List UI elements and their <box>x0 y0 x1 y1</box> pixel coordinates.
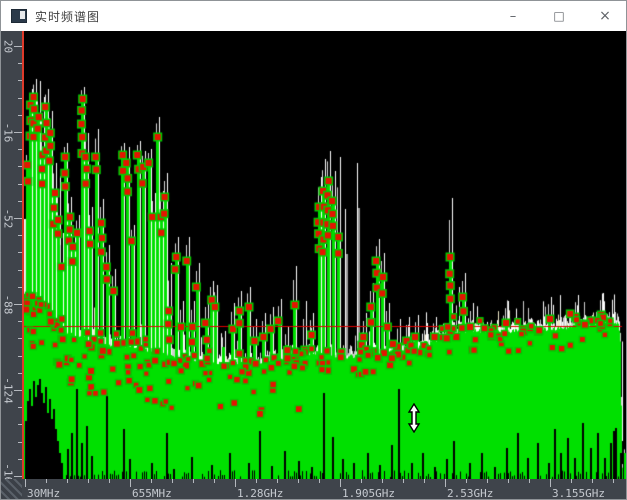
x-tick <box>340 479 341 487</box>
x-tick-label: 655MHz <box>132 487 172 500</box>
x-tick <box>256 479 257 483</box>
x-tick <box>361 479 362 483</box>
close-button[interactable]: × <box>582 1 627 31</box>
title-bar[interactable]: 实时频谱图 – □ × <box>1 1 627 31</box>
y-tick-label: -88 <box>2 285 15 325</box>
x-tick <box>550 479 551 487</box>
x-tick <box>109 479 110 483</box>
x-tick <box>25 479 26 487</box>
y-tick-label: -16 <box>2 113 15 153</box>
maximize-button[interactable]: □ <box>536 1 582 31</box>
x-tick <box>529 479 530 483</box>
y-tick <box>14 304 22 305</box>
x-tick <box>487 479 488 483</box>
app-icon <box>11 9 27 23</box>
x-tick <box>466 479 467 483</box>
window-frame: 实时频谱图 – □ × 20-16-52-88-124-160 30MHz655… <box>0 0 627 500</box>
axis-corner <box>1 479 22 500</box>
x-tick <box>214 479 215 483</box>
x-tick <box>130 479 131 487</box>
spectrum-panel: 20-16-52-88-124-160 30MHz655MHz1.28GHz1.… <box>1 31 627 500</box>
x-tick <box>508 479 509 483</box>
x-tick-label: 1.905GHz <box>342 487 395 500</box>
y-axis-ruler: 20-16-52-88-124-160 <box>1 31 22 479</box>
window-title: 实时频谱图 <box>35 8 100 25</box>
x-tick <box>571 479 572 483</box>
x-tick <box>67 479 68 483</box>
x-tick <box>424 479 425 483</box>
x-tick <box>172 479 173 483</box>
x-tick <box>193 479 194 483</box>
y-tick <box>14 390 22 391</box>
x-tick <box>592 479 593 483</box>
y-tick <box>14 132 22 133</box>
y-tick-label: -124 <box>2 371 15 411</box>
x-tick-label: 3.155GHz <box>552 487 605 500</box>
x-tick <box>298 479 299 483</box>
x-tick-label: 30MHz <box>27 487 60 500</box>
x-tick <box>382 479 383 483</box>
spectrum-plot[interactable] <box>24 31 627 479</box>
x-tick-label: 2.53GHz <box>447 487 493 500</box>
x-tick <box>613 479 614 483</box>
x-tick <box>46 479 47 483</box>
x-tick <box>277 479 278 483</box>
x-axis-ruler: 30MHz 655MHz 1.28GHz 1.905GHz 2.53GHz 3.155GH… <box>1 479 627 500</box>
y-tick <box>14 476 22 477</box>
y-tick-label: -52 <box>2 199 15 239</box>
y-tick-label: 20 <box>2 27 15 67</box>
x-tick-label: 1.28GHz <box>237 487 283 500</box>
x-tick <box>445 479 446 487</box>
x-tick <box>151 479 152 483</box>
y-tick <box>14 218 22 219</box>
x-tick <box>403 479 404 483</box>
minimize-button[interactable]: – <box>490 1 536 31</box>
x-tick <box>88 479 89 483</box>
x-tick <box>235 479 236 487</box>
x-tick <box>319 479 320 483</box>
y-tick <box>14 46 22 47</box>
